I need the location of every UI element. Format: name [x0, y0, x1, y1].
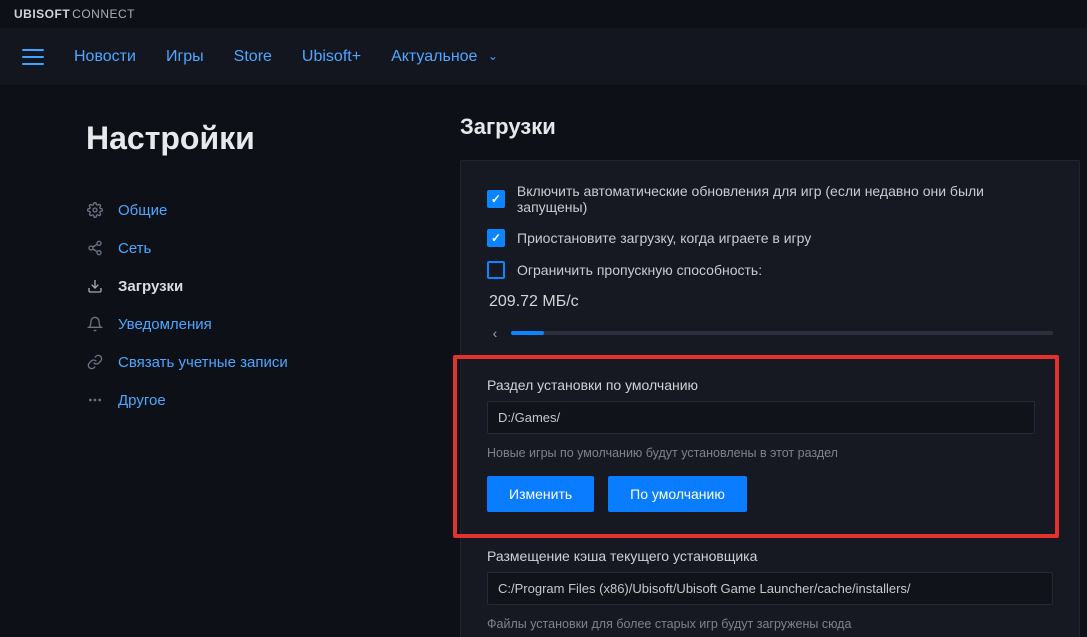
- default-install-path-button[interactable]: По умолчанию: [608, 476, 747, 512]
- sidebar-item-downloads[interactable]: Загрузки: [86, 267, 430, 305]
- nav-ubisoft-plus[interactable]: Ubisoft+: [302, 48, 361, 66]
- slider-track[interactable]: [511, 331, 1053, 335]
- sidebar-item-label: Сеть: [118, 240, 151, 257]
- bandwidth-slider[interactable]: ‹: [487, 325, 1053, 341]
- install-path-label: Раздел установки по умолчанию: [487, 377, 1035, 393]
- sidebar-item-label: Уведомления: [118, 316, 212, 333]
- sidebar-item-label: Загрузки: [118, 278, 183, 295]
- checkbox-label: Приостановите загрузку, когда играете в …: [517, 230, 811, 246]
- cache-path-label: Размещение кэша текущего установщика: [487, 548, 1053, 564]
- share-icon: [86, 239, 104, 257]
- checkbox-label: Включить автоматические обновления для и…: [517, 183, 1053, 215]
- page-title: Настройки: [86, 120, 430, 157]
- menu-icon[interactable]: [22, 49, 44, 65]
- nav-store[interactable]: Store: [234, 48, 272, 66]
- titlebar: UBISOFT CONNECT: [0, 0, 1087, 28]
- main-content: Загрузки Включить автоматические обновле…: [430, 86, 1087, 637]
- install-path-hint: Новые игры по умолчанию будут установлен…: [487, 446, 1035, 460]
- nav-games[interactable]: Игры: [166, 48, 204, 66]
- checkbox-limit-bandwidth-row[interactable]: Ограничить пропускную способность:: [487, 261, 1053, 279]
- checkbox-icon[interactable]: [487, 261, 505, 279]
- gear-icon: [86, 201, 104, 219]
- checkbox-auto-update-row[interactable]: Включить автоматические обновления для и…: [487, 183, 1053, 215]
- checkbox-label: Ограничить пропускную способность:: [517, 262, 762, 278]
- link-icon: [86, 353, 104, 371]
- install-path-highlight: Раздел установки по умолчанию Новые игры…: [453, 355, 1059, 538]
- nav-featured[interactable]: Актуальное ⌄: [391, 48, 498, 66]
- sidebar-item-general[interactable]: Общие: [86, 191, 430, 229]
- sidebar-item-notifications[interactable]: Уведомления: [86, 305, 430, 343]
- sidebar-item-network[interactable]: Сеть: [86, 229, 430, 267]
- install-path-input[interactable]: [487, 401, 1035, 434]
- brand-bold: UBISOFT: [14, 7, 70, 21]
- checkbox-icon[interactable]: [487, 229, 505, 247]
- section-title: Загрузки: [460, 114, 1087, 140]
- sidebar-item-label: Другое: [118, 392, 166, 409]
- slider-fill: [511, 331, 544, 335]
- bell-icon: [86, 315, 104, 333]
- bandwidth-value: 209.72 МБ/с: [489, 293, 1053, 311]
- checkbox-pause-on-play-row[interactable]: Приостановите загрузку, когда играете в …: [487, 229, 1053, 247]
- sidebar: Настройки Общие Сеть Загрузки: [0, 86, 430, 637]
- chevron-down-icon: ⌄: [488, 49, 498, 63]
- checkbox-icon[interactable]: [487, 190, 505, 208]
- dots-icon: [86, 391, 104, 409]
- brand-light: CONNECT: [72, 7, 135, 21]
- cache-path-hint: Файлы установки для более старых игр буд…: [487, 617, 1053, 631]
- top-nav: Новости Игры Store Ubisoft+ Актуальное ⌄: [0, 28, 1087, 86]
- chevron-left-icon[interactable]: ‹: [487, 325, 503, 341]
- change-install-path-button[interactable]: Изменить: [487, 476, 594, 512]
- sidebar-item-other[interactable]: Другое: [86, 381, 430, 419]
- cache-path-input[interactable]: [487, 572, 1053, 605]
- sidebar-item-label: Связать учетные записи: [118, 354, 288, 371]
- downloads-panel: Включить автоматические обновления для и…: [460, 160, 1080, 637]
- sidebar-item-label: Общие: [118, 202, 167, 219]
- sidebar-item-link-accounts[interactable]: Связать учетные записи: [86, 343, 430, 381]
- nav-news[interactable]: Новости: [74, 48, 136, 66]
- download-icon: [86, 277, 104, 295]
